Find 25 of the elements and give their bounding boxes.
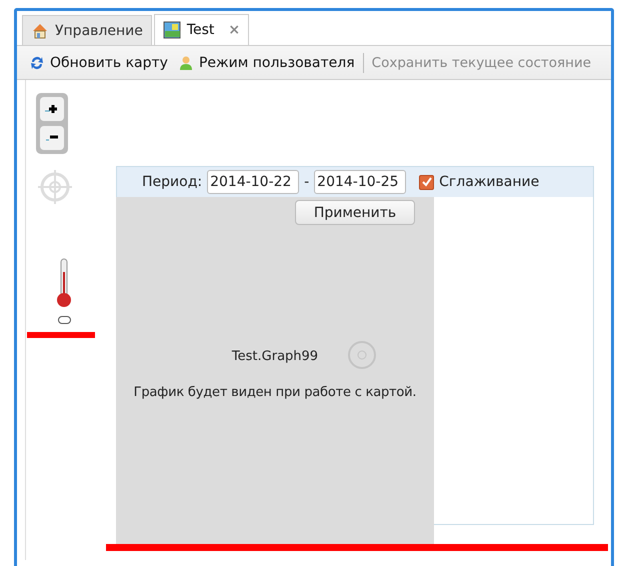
graph-title: Test.Graph99	[230, 349, 320, 364]
picture-icon	[162, 21, 181, 39]
graph-message: График будет виден при работе с картой.	[132, 385, 418, 400]
apply-button[interactable]: Применить	[295, 200, 415, 225]
refresh-icon	[29, 54, 45, 70]
toolbar-button[interactable]: Обновить карту	[27, 54, 170, 70]
tab[interactable]: Test ×	[154, 14, 250, 45]
underline-mark	[27, 332, 95, 338]
zoom-in-button[interactable]	[40, 97, 64, 122]
tab[interactable]: Управление	[22, 15, 152, 45]
thermometer-icon	[56, 258, 72, 308]
zoom-out-button[interactable]	[40, 126, 64, 150]
house-icon	[31, 22, 49, 40]
checkbox[interactable]	[419, 174, 434, 190]
label-marker	[58, 316, 71, 324]
user-icon	[178, 54, 194, 70]
minus-icon	[46, 134, 58, 141]
toolbar-button[interactable]: Режим пользователя	[176, 54, 357, 70]
dash-text: -	[304, 174, 310, 190]
crosshair-icon	[347, 340, 377, 370]
close-icon[interactable]: ×	[228, 22, 240, 38]
smoothing-label: Сглаживание	[439, 174, 540, 190]
date-field[interactable]: 2014-10-22	[207, 170, 300, 194]
date-field[interactable]: 2014-10-25	[314, 170, 406, 194]
period-label: Период:	[142, 174, 202, 190]
